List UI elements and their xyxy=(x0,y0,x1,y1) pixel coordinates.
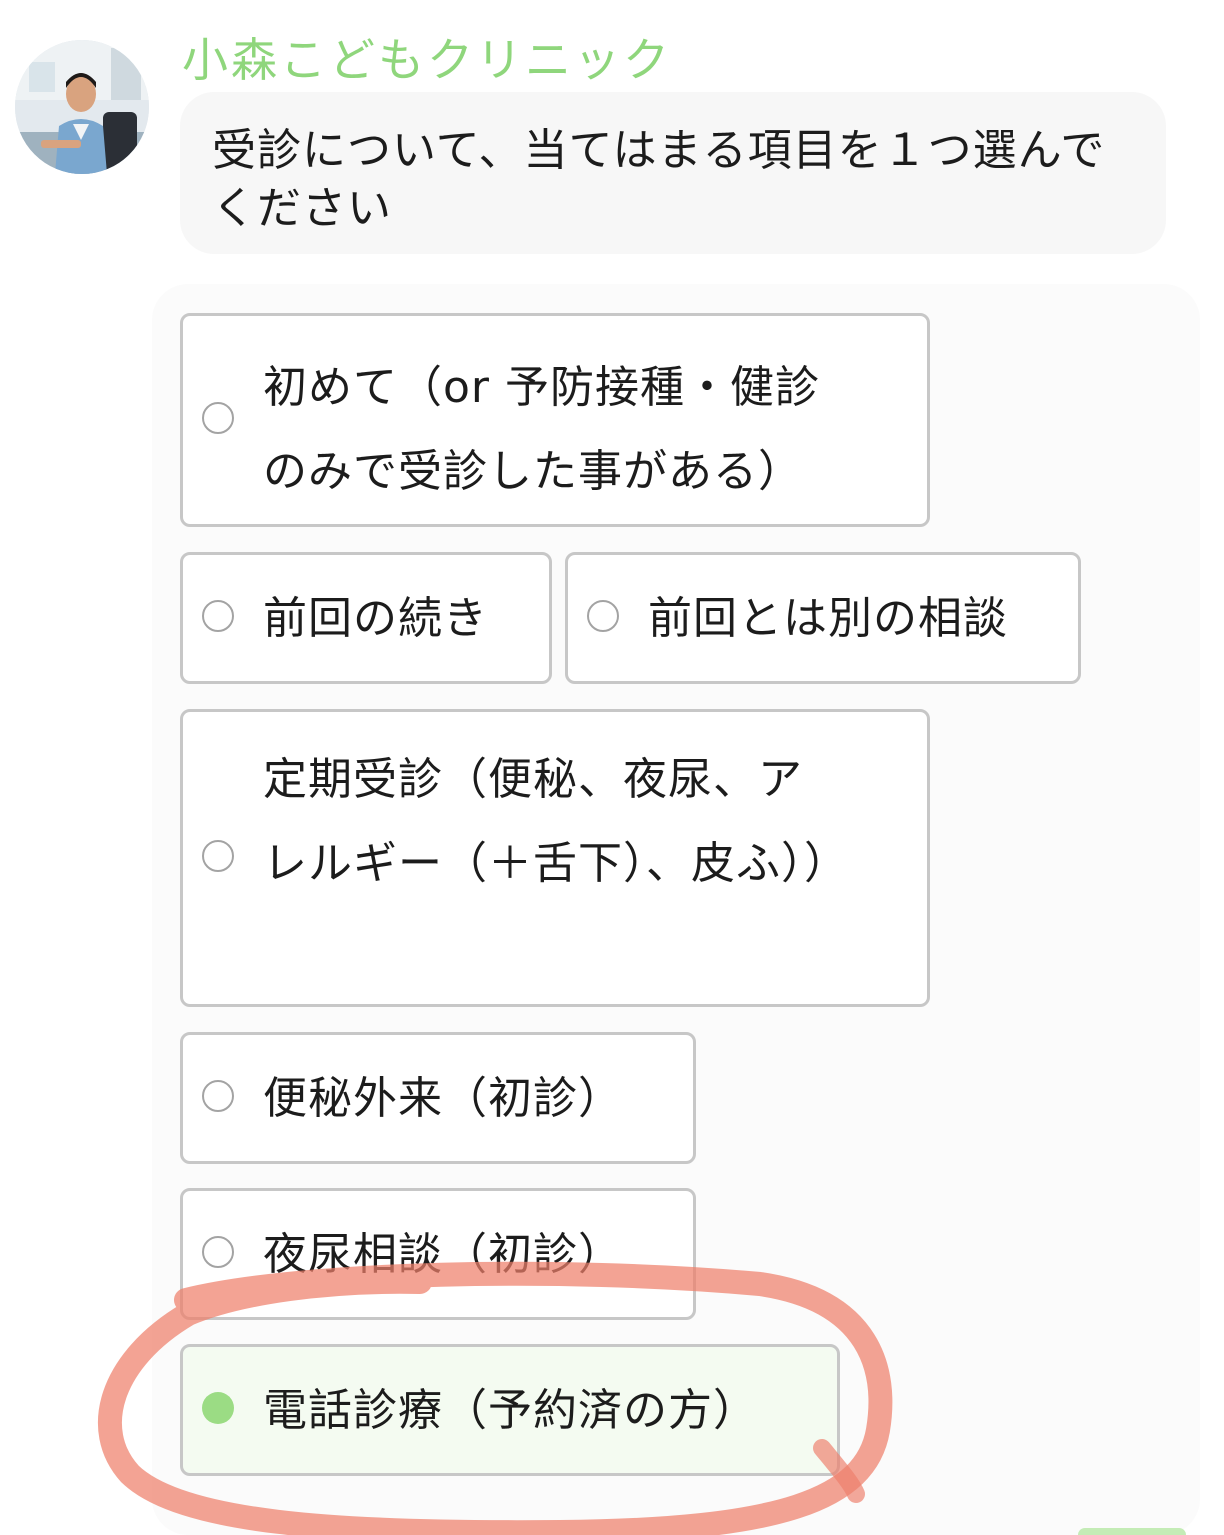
option-new-consultation[interactable]: 前回とは別の相談 xyxy=(565,552,1081,684)
sender-name: 小森こどもクリニック xyxy=(182,33,672,87)
option-label: 定期受診（便秘、夜尿、アレルギー（＋舌下）、皮ふ）） xyxy=(263,754,849,889)
option-label: 前回とは別の相談 xyxy=(648,593,1008,644)
message-text: 受診について、当てはまる項目を１つ選んでください xyxy=(212,125,1106,234)
radio-button[interactable] xyxy=(202,840,234,872)
option-constipation-clinic[interactable]: 便秘外来（初診） xyxy=(180,1032,696,1164)
radio-button[interactable] xyxy=(202,402,234,434)
radio-button[interactable] xyxy=(202,1236,234,1268)
option-label: 前回の続き xyxy=(263,593,488,644)
option-enuresis-consultation[interactable]: 夜尿相談（初診） xyxy=(180,1188,696,1320)
option-phone-consultation[interactable]: 電話診療（予約済の方） xyxy=(180,1344,840,1476)
radio-button[interactable] xyxy=(587,600,619,632)
radio-button-checked[interactable] xyxy=(202,1392,234,1424)
next-bubble-edge xyxy=(1078,1528,1186,1535)
chat-screen: 小森こどもクリニック 受診について、当てはまる項目を１つ選んでください 初めて（… xyxy=(0,0,1224,1535)
radio-button[interactable] xyxy=(202,1080,234,1112)
option-regular-visit[interactable]: 定期受診（便秘、夜尿、アレルギー（＋舌下）、皮ふ）） xyxy=(180,709,930,1007)
radio-button[interactable] xyxy=(202,600,234,632)
option-label: 初めて（or 予防接種・健診のみで受診した事がある） xyxy=(263,362,820,497)
option-first-visit[interactable]: 初めて（or 予防接種・健診のみで受診した事がある） xyxy=(180,313,930,527)
option-label: 便秘外来（初診） xyxy=(263,1073,623,1124)
message-bubble: 受診について、当てはまる項目を１つ選んでください xyxy=(180,92,1166,254)
option-label: 夜尿相談（初診） xyxy=(263,1229,623,1280)
doctor-photo-icon xyxy=(15,40,149,174)
sender-avatar xyxy=(15,40,149,174)
option-label: 電話診療（予約済の方） xyxy=(263,1385,758,1436)
option-continuation[interactable]: 前回の続き xyxy=(180,552,552,684)
